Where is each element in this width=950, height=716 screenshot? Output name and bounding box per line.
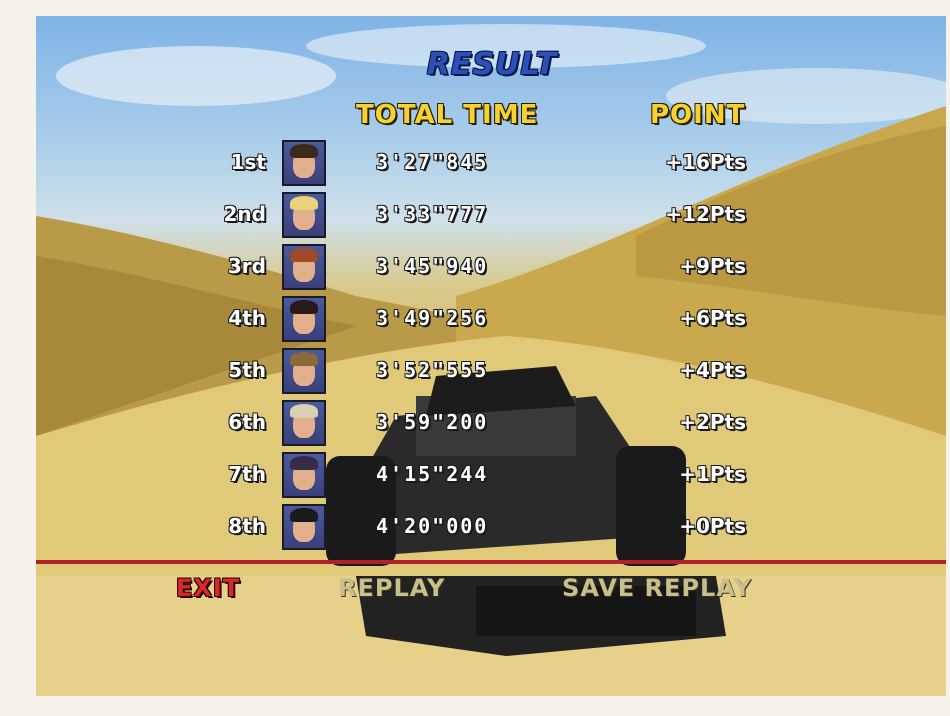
total-time-value: 3'49"256	[376, 306, 489, 330]
place-label: 6th	[228, 410, 266, 434]
result-row: 5th 3'52"555 +4Pts	[36, 348, 946, 398]
total-time-value: 3'27"845	[376, 150, 489, 174]
total-time-value: 3'52"555	[376, 358, 489, 382]
driver-portrait-8	[282, 504, 326, 550]
points-value: +0Pts	[679, 514, 746, 538]
total-time-header: TOTAL TIME	[356, 100, 539, 130]
place-label: 1st	[230, 150, 266, 174]
result-row: 2nd 3'33"777 +12Pts	[36, 192, 946, 242]
result-row: 6th 3'59"200 +2Pts	[36, 400, 946, 450]
point-header: POINT	[650, 100, 746, 130]
driver-portrait-4	[282, 296, 326, 342]
result-row: 8th 4'20"000 +0Pts	[36, 504, 946, 554]
menu-divider	[36, 560, 946, 564]
driver-portrait-3	[282, 244, 326, 290]
total-time-value: 4'20"000	[376, 514, 489, 538]
driver-portrait-5	[282, 348, 326, 394]
place-label: 5th	[228, 358, 266, 382]
place-label: 8th	[228, 514, 266, 538]
save-replay-button[interactable]: SAVE REPLAY	[562, 574, 752, 608]
driver-portrait-6	[282, 400, 326, 446]
driver-portrait-7	[282, 452, 326, 498]
result-row: 3rd 3'45"940 +9Pts	[36, 244, 946, 294]
points-value: +6Pts	[679, 306, 746, 330]
points-value: +9Pts	[679, 254, 746, 278]
points-value: +2Pts	[679, 410, 746, 434]
result-row: 4th 3'49"256 +6Pts	[36, 296, 946, 346]
result-title: RESULT	[426, 46, 558, 82]
place-label: 2nd	[223, 202, 266, 226]
points-value: +4Pts	[679, 358, 746, 382]
result-row: 7th 4'15"244 +1Pts	[36, 452, 946, 502]
total-time-value: 4'15"244	[376, 462, 489, 486]
total-time-value: 3'45"940	[376, 254, 489, 278]
points-value: +16Pts	[665, 150, 746, 174]
points-value: +1Pts	[679, 462, 746, 486]
result-row: 1st 3'27"845 +16Pts	[36, 140, 946, 190]
place-label: 7th	[228, 462, 266, 486]
total-time-value: 3'59"200	[376, 410, 489, 434]
place-label: 3rd	[227, 254, 266, 278]
driver-portrait-2	[282, 192, 326, 238]
total-time-value: 3'33"777	[376, 202, 489, 226]
points-value: +12Pts	[665, 202, 746, 226]
game-screen: RESULT TOTAL TIME POINT 1st 3'27"845 +16…	[36, 16, 946, 696]
replay-button[interactable]: REPLAY	[338, 574, 445, 608]
driver-portrait-1	[282, 140, 326, 186]
place-label: 4th	[228, 306, 266, 330]
exit-button[interactable]: EXIT	[176, 574, 240, 608]
